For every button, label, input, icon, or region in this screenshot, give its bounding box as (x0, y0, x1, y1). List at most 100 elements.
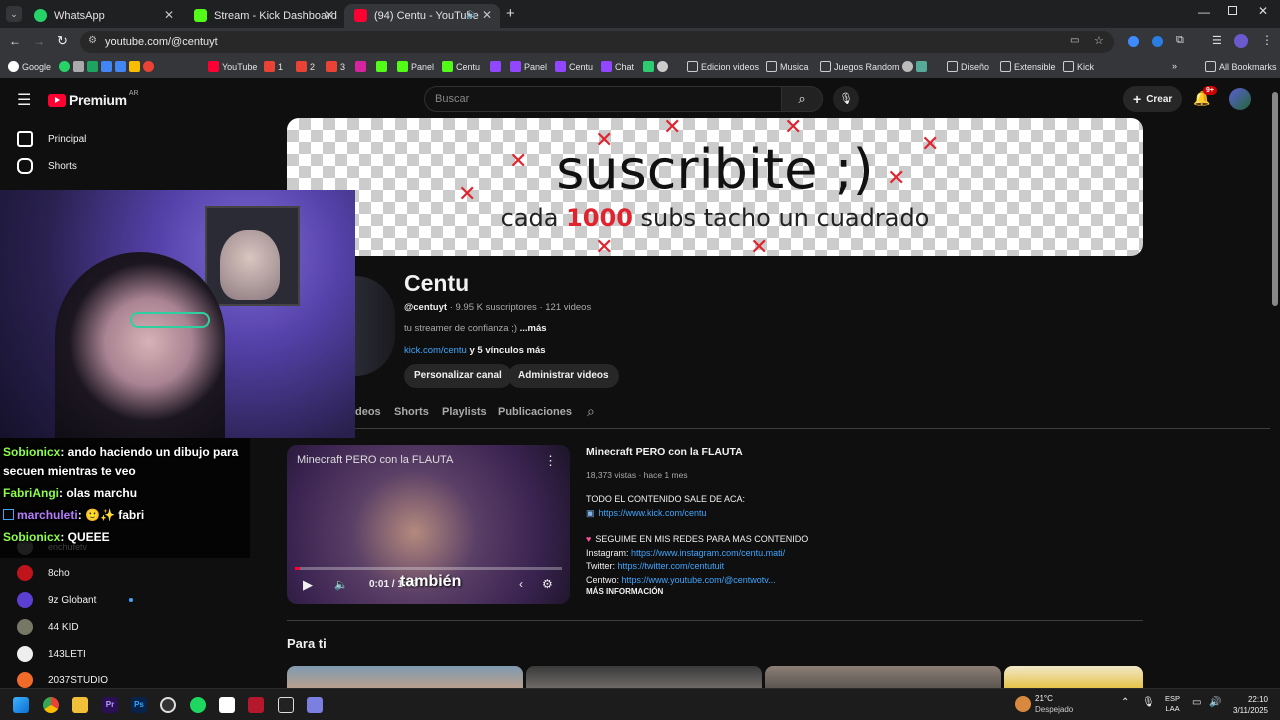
premiere-icon[interactable]: Pr (102, 697, 118, 713)
bookmark-extra[interactable] (643, 61, 671, 72)
bookmark-folder-edicion[interactable]: Edicion videos (687, 61, 759, 72)
bookmark-instagram[interactable] (355, 61, 369, 72)
close-tab-icon[interactable]: ✕ (482, 8, 492, 22)
menu-icon[interactable]: ⋮ (1261, 33, 1273, 47)
tab-shorts[interactable]: Shorts (394, 406, 429, 418)
spotify-icon[interactable] (190, 697, 206, 713)
forward-icon[interactable]: → (33, 34, 45, 48)
sidebar-sub-143leti[interactable]: 143LETI (17, 646, 86, 662)
back-icon[interactable]: ← (9, 34, 21, 48)
customize-channel-button[interactable]: Personalizar canal (404, 364, 512, 388)
volume-icon[interactable]: 🔈 (334, 578, 348, 591)
tab-videos[interactable]: deos (355, 406, 381, 418)
bookmark-kick-centu[interactable]: Centu (442, 61, 480, 72)
close-tab-icon[interactable]: ✕ (164, 8, 174, 22)
channel-search-icon[interactable]: ⌕ (587, 403, 595, 420)
tab-publicaciones[interactable]: Publicaciones (498, 406, 572, 418)
more-options-icon[interactable]: ⋮ (544, 453, 557, 469)
windows-start-icon[interactable] (13, 697, 29, 713)
close-tab-icon[interactable]: ✕ (324, 8, 334, 22)
channel-avatar-large[interactable] (355, 276, 395, 376)
tab-groups-icon[interactable]: ☰ (1212, 34, 1222, 47)
bookmark-kick[interactable] (376, 61, 390, 72)
video-thumbnail[interactable] (1004, 666, 1143, 688)
bookmark-twitch-chat[interactable]: Chat (601, 61, 634, 72)
capcut-icon[interactable] (278, 697, 294, 713)
tab-whatsapp[interactable]: WhatsApp ✕ (24, 4, 182, 28)
puzzle-icon[interactable]: ⧉ (1176, 34, 1184, 47)
more-info-link[interactable]: MÁS INFORMACIÓN (586, 587, 663, 596)
bookmark-folder-juegos[interactable]: Juegos Random (820, 61, 900, 72)
featured-video-title[interactable]: Minecraft PERO con la FLAUTA (586, 446, 743, 458)
progress-bar[interactable] (295, 567, 562, 570)
hamburger-menu-icon[interactable]: ☰ (17, 90, 31, 110)
profile-avatar[interactable] (1234, 34, 1248, 48)
photoshop-icon[interactable]: Ps (131, 697, 147, 713)
clock[interactable]: 22:10 3/11/2025 (1228, 694, 1268, 716)
bookmark-twitch-panel[interactable]: Panel (510, 61, 547, 72)
extension-icon[interactable] (1128, 36, 1139, 47)
channel-links[interactable]: kick.com/centu y 5 vínculos más (404, 345, 546, 356)
settings-icon[interactable]: ⚙ (542, 577, 553, 591)
maximize-button[interactable] (1228, 6, 1237, 15)
weather-widget[interactable]: 21°C Despejado (1015, 693, 1073, 715)
network-icon[interactable]: ▭ (1192, 697, 1201, 708)
file-explorer-icon[interactable] (72, 697, 88, 713)
sidebar-item-principal[interactable]: Principal (17, 131, 86, 147)
chevron-left-icon[interactable]: ‹ (519, 577, 523, 591)
video-thumbnail[interactable] (287, 666, 523, 688)
bookmark-twitch[interactable] (490, 61, 504, 72)
bookmarks-overflow-icon[interactable]: » (1172, 61, 1177, 71)
bookmark-icons[interactable] (59, 61, 157, 72)
all-bookmarks[interactable]: All Bookmarks (1205, 61, 1277, 72)
bookmark-youtube[interactable]: YouTube (208, 61, 257, 72)
cast-icon[interactable]: ▭ (1070, 35, 1079, 46)
sidebar-sub-9z[interactable]: 9z Globant (17, 592, 133, 608)
app-icon[interactable] (307, 697, 323, 713)
create-button[interactable]: + Crear (1123, 86, 1183, 112)
tray-chevron-icon[interactable]: ⌃ (1121, 697, 1129, 708)
play-icon[interactable]: ▶ (303, 577, 313, 593)
video-thumbnail[interactable] (526, 666, 762, 688)
bookmark-google[interactable]: Google (8, 61, 51, 72)
bookmark-folder-extensible[interactable]: Extensible (1000, 61, 1056, 72)
tab-youtube[interactable]: (94) Centu - YouTube 🔈 ✕ (344, 4, 500, 28)
reload-icon[interactable]: ↻ (57, 33, 68, 49)
address-bar[interactable]: ⚙ youtube.com/@centuyt ▭ ☆ (80, 31, 1114, 53)
youtube-logo[interactable]: Premium AR (48, 90, 139, 108)
channel-description[interactable]: tu streamer de confianza ;) ...más (404, 323, 547, 334)
tab-playlists[interactable]: Playlists (442, 406, 487, 418)
chrome-icon[interactable] (43, 697, 59, 713)
bookmark-kick-panel[interactable]: Panel (397, 61, 434, 72)
sidebar-sub-2037studio[interactable]: 2037STUDIO (17, 672, 108, 688)
obs-icon[interactable] (160, 697, 176, 713)
sidebar-sub-8cho[interactable]: 8cho (17, 565, 70, 581)
bookmark-folder-diseno[interactable]: Diseño (947, 61, 989, 72)
language-indicator[interactable]: ESP LAA (1165, 694, 1180, 714)
meter-app-icon[interactable] (248, 697, 264, 713)
notion-icon[interactable] (219, 697, 235, 713)
sidebar-item-shorts[interactable]: Shorts (17, 158, 77, 174)
new-tab-button[interactable]: + (506, 5, 515, 22)
tab-kick-dashboard[interactable]: Stream - Kick Dashboard ✕ (184, 4, 342, 28)
volume-tray-icon[interactable]: 🔊 (1209, 697, 1221, 708)
bookmark-star-icon[interactable]: ☆ (1094, 34, 1104, 47)
page-scrollbar[interactable] (1272, 92, 1278, 306)
video-thumbnail[interactable] (765, 666, 1001, 688)
tab-search-button[interactable]: ⌄ (6, 6, 22, 22)
notifications-button[interactable]: 🔔 9+ (1193, 86, 1217, 107)
extension-icon[interactable] (1152, 36, 1163, 47)
microphone-tray-icon[interactable]: 🎙 (1142, 697, 1155, 708)
search-input[interactable]: Buscar (424, 86, 782, 112)
site-info-icon[interactable]: ⚙ (88, 35, 97, 46)
speaker-icon[interactable]: 🔈 (466, 9, 478, 20)
bookmark-gmail-1[interactable]: 1 (264, 61, 283, 72)
bookmark-gmail-3[interactable]: 3 (326, 61, 345, 72)
account-avatar[interactable] (1229, 88, 1251, 110)
bookmark-misc[interactable] (902, 61, 930, 72)
bookmark-twitch-centu[interactable]: Centu (555, 61, 593, 72)
sidebar-sub-44kid[interactable]: 44 KID (17, 619, 79, 635)
close-window-button[interactable]: ✕ (1258, 4, 1268, 18)
manage-videos-button[interactable]: Administrar videos (508, 364, 619, 388)
featured-video-player[interactable]: Minecraft PERO con la FLAUTA ⋮ ▶ 🔈 0:01 … (287, 445, 570, 604)
